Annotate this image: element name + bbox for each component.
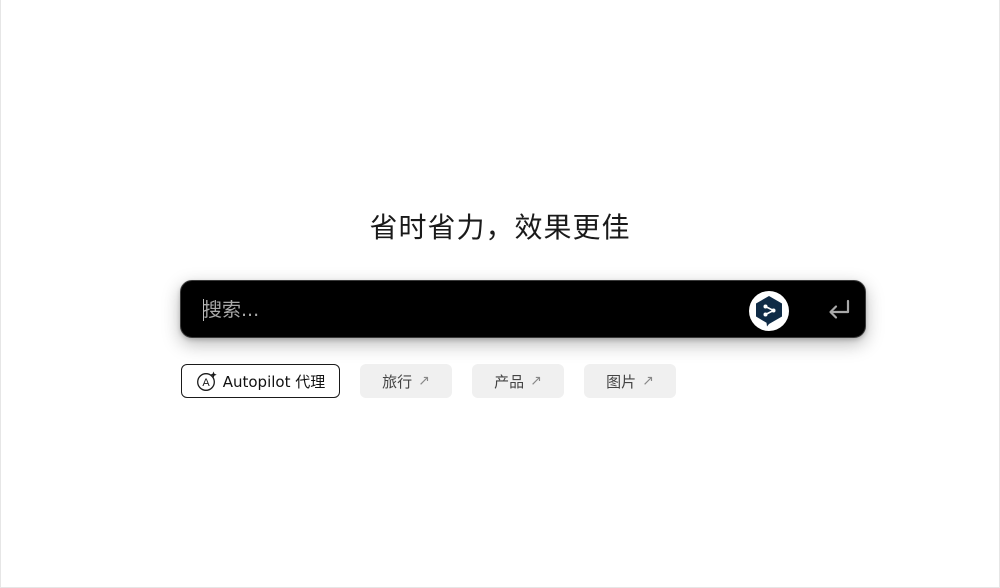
enter-return-icon	[826, 299, 852, 321]
suggestion-chip-label: 图片	[606, 372, 637, 391]
suggestion-chip-travel[interactable]: 旅行 ↗	[360, 364, 452, 398]
search-input[interactable]	[203, 290, 723, 330]
svg-text:A: A	[202, 377, 210, 389]
autopilot-chip-label: Autopilot 代理	[222, 372, 326, 391]
enter-button[interactable]	[822, 294, 856, 326]
suggestion-chip-label: 旅行	[382, 372, 413, 391]
deepl-logo-button[interactable]	[749, 291, 789, 331]
arrow-up-right-icon: ↗	[642, 373, 654, 389]
suggestion-chip-product[interactable]: 产品 ↗	[472, 364, 564, 398]
suggestion-chip-label: 产品	[494, 372, 525, 391]
arrow-up-right-icon: ↗	[418, 373, 430, 389]
autopilot-chip[interactable]: A Autopilot 代理	[181, 364, 340, 398]
suggestion-chip-image[interactable]: 图片 ↗	[584, 364, 676, 398]
arrow-up-right-icon: ↗	[530, 373, 542, 389]
page-headline: 省时省力，效果更佳	[369, 211, 631, 244]
deepl-logo-icon	[754, 295, 784, 327]
autopilot-sparkle-icon: A	[196, 370, 218, 392]
